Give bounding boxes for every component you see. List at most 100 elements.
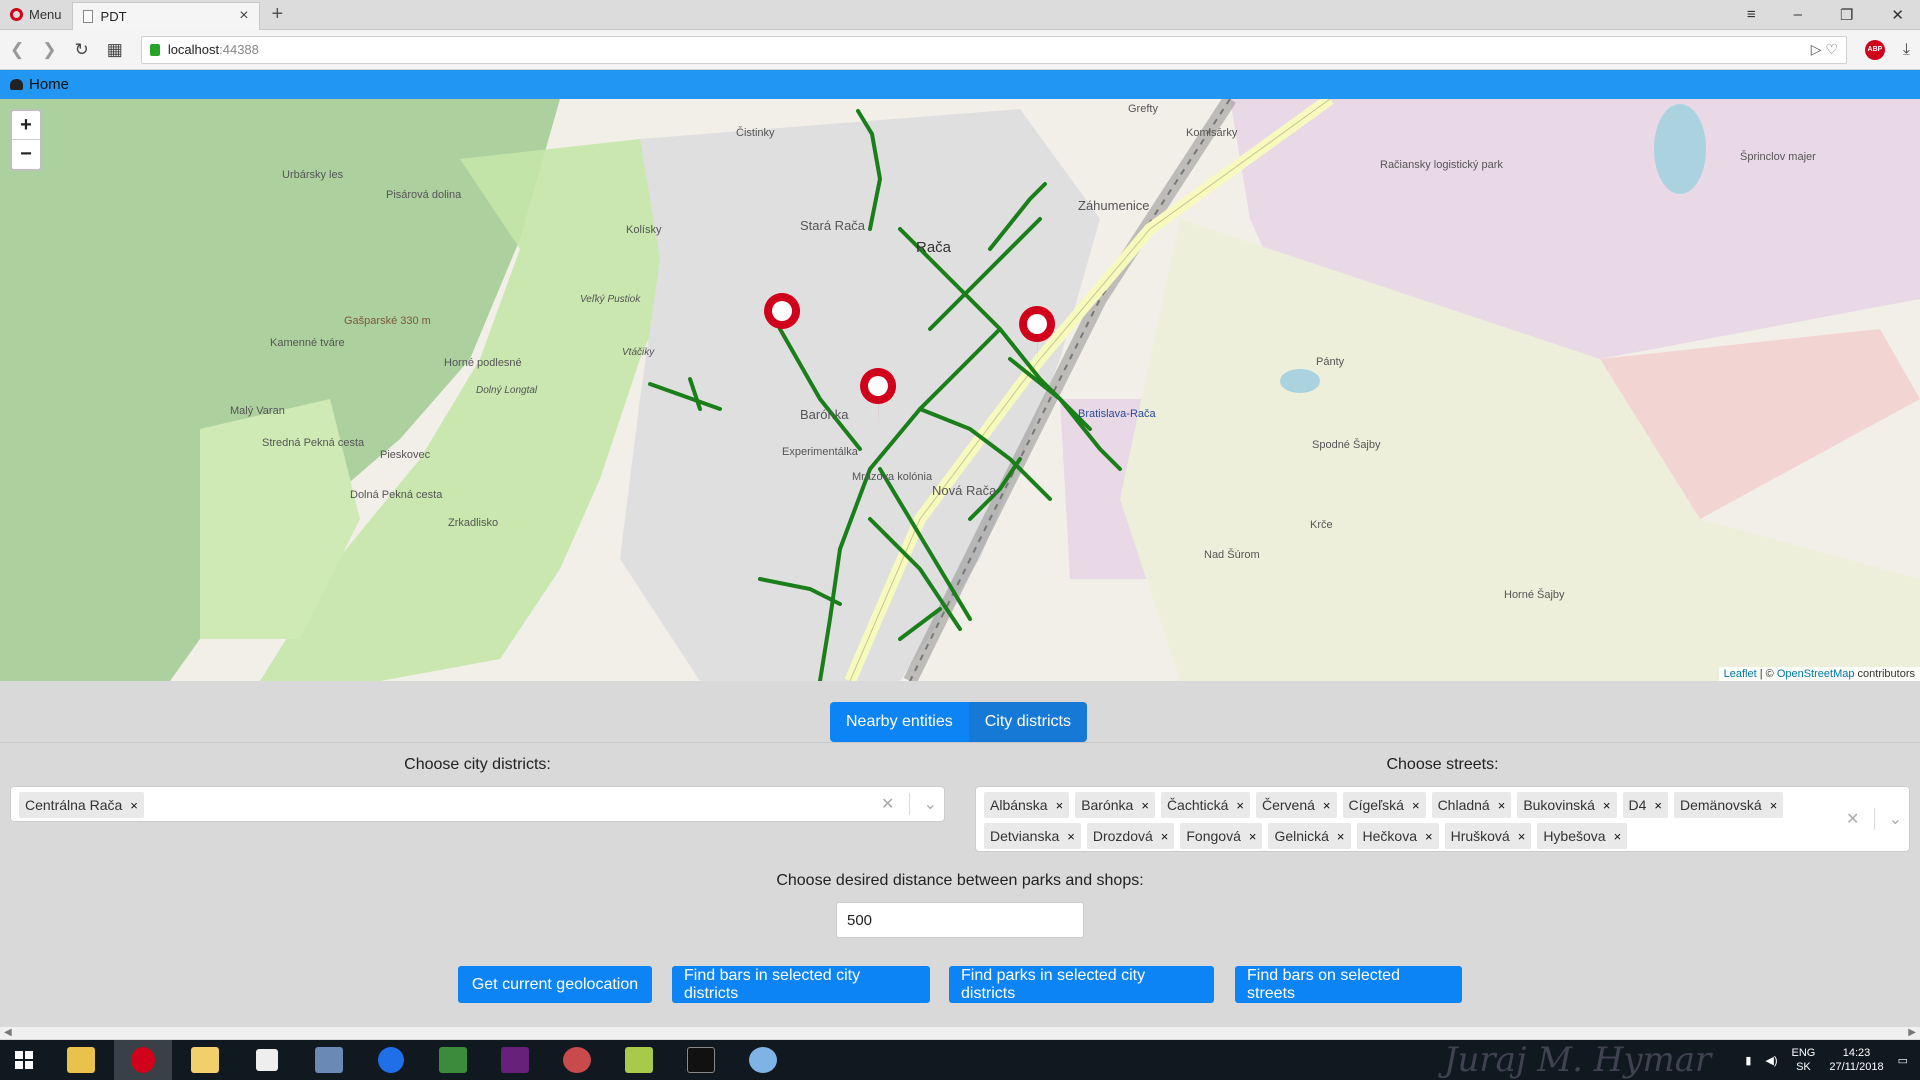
- windows-taskbar: Juraj M. Hymar ▮ ◀) ENG SK 14:23 27/11/2…: [0, 1040, 1920, 1080]
- forward-button[interactable]: ❯: [42, 40, 56, 60]
- streets-multiselect[interactable]: Albánska × Barónka × Čachtická × Červená × Cígeľ…: [975, 786, 1910, 852]
- get-geolocation-button[interactable]: Get current geolocation: [458, 966, 652, 1003]
- url-field[interactable]: localhost:44388 ▷ ♡: [140, 35, 1847, 64]
- horizontal-scrollbar[interactable]: ◀ ▶: [0, 1027, 1920, 1039]
- map-label: Komisárky: [1186, 127, 1238, 139]
- remove-tag-icon[interactable]: ×: [1161, 829, 1169, 844]
- osm-link[interactable]: OpenStreetMap: [1777, 668, 1855, 680]
- reload-button[interactable]: ↻: [75, 40, 89, 60]
- remove-tag-icon[interactable]: ×: [1518, 829, 1526, 844]
- close-window-button[interactable]: ✕: [1891, 6, 1904, 24]
- remove-tag-icon[interactable]: ×: [1654, 798, 1662, 813]
- remove-tag-icon[interactable]: ×: [1337, 829, 1345, 844]
- chevron-down-icon[interactable]: ⌄: [1889, 809, 1902, 829]
- opera-menu-button[interactable]: Menu: [0, 0, 72, 30]
- selected-tag: Drozdová ×: [1086, 823, 1175, 849]
- notifications-icon[interactable]: ▭: [1898, 1054, 1908, 1067]
- remove-tag-icon[interactable]: ×: [1323, 798, 1331, 813]
- menu-label: Menu: [29, 7, 62, 22]
- remove-tag-icon[interactable]: ×: [1603, 798, 1611, 813]
- lang-region: SK: [1796, 1061, 1811, 1073]
- selected-tag: Fongová ×: [1180, 823, 1263, 849]
- taskbar-app-terminal[interactable]: [672, 1040, 730, 1080]
- close-tab-icon[interactable]: ×: [239, 7, 248, 25]
- remove-tag-icon[interactable]: ×: [1412, 798, 1420, 813]
- selected-tag: Demänovská ×: [1674, 792, 1784, 818]
- window-controls: ≡ – ❐ ✕: [1747, 6, 1920, 24]
- tab-menu-icon[interactable]: ≡: [1747, 6, 1756, 24]
- find-bars-streets-button[interactable]: Find bars on selected streets: [1235, 966, 1462, 1003]
- home-link[interactable]: Home: [29, 76, 69, 93]
- tab-city-districts[interactable]: City districts: [968, 702, 1087, 742]
- network-icon[interactable]: ▮: [1745, 1054, 1751, 1067]
- taskbar-app-remote[interactable]: [300, 1040, 358, 1080]
- map-label: Malý Varan: [230, 405, 285, 417]
- restore-button[interactable]: ❐: [1840, 6, 1853, 24]
- signature-watermark: Juraj M. Hymar: [1443, 1040, 1712, 1080]
- find-bars-districts-button[interactable]: Find bars in selected city districts: [672, 966, 930, 1003]
- taskbar-app-notepad[interactable]: [610, 1040, 668, 1080]
- streets-tags: Albánska × Barónka × Čachtická × Červená × Cígeľ…: [976, 787, 1839, 851]
- file-manager-icon: [191, 1047, 219, 1073]
- zoom-out-button[interactable]: −: [12, 140, 40, 169]
- language-indicator[interactable]: ENG SK: [1792, 1046, 1816, 1074]
- remove-tag-icon[interactable]: ×: [1770, 798, 1778, 813]
- map-label: Stará Rača: [800, 218, 866, 233]
- taskbar-app-paint[interactable]: [734, 1040, 792, 1080]
- browser-tab[interactable]: PDT ×: [71, 1, 260, 30]
- map[interactable]: Rača Stará Rača Nová Rača Barónka Záhume…: [0, 99, 1920, 681]
- tab-nearby-entities[interactable]: Nearby entities: [830, 702, 969, 742]
- tag-label: Bukovinská: [1523, 797, 1595, 813]
- clear-icon[interactable]: ✕: [881, 794, 894, 814]
- map-label: Dolná Pekná cesta: [350, 489, 443, 501]
- map-label: Nová Rača: [932, 483, 997, 498]
- remove-tag-icon[interactable]: ×: [1498, 798, 1506, 813]
- taskbar-app-visualstudio[interactable]: [486, 1040, 544, 1080]
- back-button[interactable]: ❮: [10, 40, 24, 60]
- clock[interactable]: 14:23 27/11/2018: [1829, 1046, 1883, 1074]
- map-label: Experimentálka: [782, 446, 858, 458]
- opera-icon: [131, 1047, 155, 1073]
- remove-tag-icon[interactable]: ×: [1236, 798, 1244, 813]
- new-tab-button[interactable]: +: [272, 3, 284, 26]
- scroll-right-icon[interactable]: ▶: [1908, 1027, 1916, 1038]
- taskbar-app-messenger[interactable]: [362, 1040, 420, 1080]
- clear-icon[interactable]: ✕: [1846, 809, 1859, 829]
- snipping-icon: [563, 1047, 591, 1073]
- remove-tag-icon[interactable]: ×: [1141, 798, 1149, 813]
- clock-time: 14:23: [1842, 1047, 1871, 1059]
- find-parks-districts-button[interactable]: Find parks in selected city districts: [949, 966, 1214, 1003]
- remove-tag-icon[interactable]: ×: [1067, 829, 1075, 844]
- remove-tag-icon[interactable]: ×: [1614, 829, 1622, 844]
- distance-input[interactable]: 500: [836, 902, 1084, 938]
- taskbar-app-files[interactable]: [176, 1040, 234, 1080]
- districts-multiselect[interactable]: Centrálna Rača × ✕ ⌄: [10, 786, 945, 822]
- taskbar-app-opera[interactable]: [114, 1040, 172, 1080]
- taskbar-app-sourcetree[interactable]: [424, 1040, 482, 1080]
- taskbar-app-snipping[interactable]: [548, 1040, 606, 1080]
- tag-label: Centrálna Rača: [25, 797, 123, 813]
- taskbar-app-unity[interactable]: [238, 1040, 296, 1080]
- dashboard-icon: [10, 79, 23, 90]
- tag-label: Červená: [1262, 797, 1315, 813]
- download-icon[interactable]: ⤓: [1903, 41, 1910, 59]
- remove-tag-icon[interactable]: ×: [130, 798, 138, 813]
- chevron-down-icon[interactable]: ⌄: [924, 794, 937, 814]
- remove-tag-icon[interactable]: ×: [1425, 829, 1433, 844]
- leaflet-link[interactable]: Leaflet: [1724, 668, 1757, 680]
- taskbar-app-explorer[interactable]: [52, 1040, 110, 1080]
- selected-tag: Hečkova ×: [1356, 823, 1439, 849]
- bookmark-heart-icon[interactable]: ▷ ♡: [1811, 41, 1838, 58]
- speed-dial-icon[interactable]: ▦: [107, 40, 123, 60]
- remove-tag-icon[interactable]: ×: [1249, 829, 1257, 844]
- tag-label: Demänovská: [1680, 797, 1762, 813]
- map-label: Vtáčiky: [622, 347, 655, 358]
- remove-tag-icon[interactable]: ×: [1056, 798, 1064, 813]
- zoom-in-button[interactable]: +: [12, 111, 40, 140]
- volume-icon[interactable]: ◀): [1765, 1054, 1777, 1067]
- adblock-icon[interactable]: ABP: [1864, 39, 1885, 60]
- tab-title: PDT: [100, 8, 127, 24]
- scroll-left-icon[interactable]: ◀: [4, 1027, 12, 1038]
- start-button[interactable]: [0, 1040, 48, 1080]
- minimize-button[interactable]: –: [1794, 6, 1802, 24]
